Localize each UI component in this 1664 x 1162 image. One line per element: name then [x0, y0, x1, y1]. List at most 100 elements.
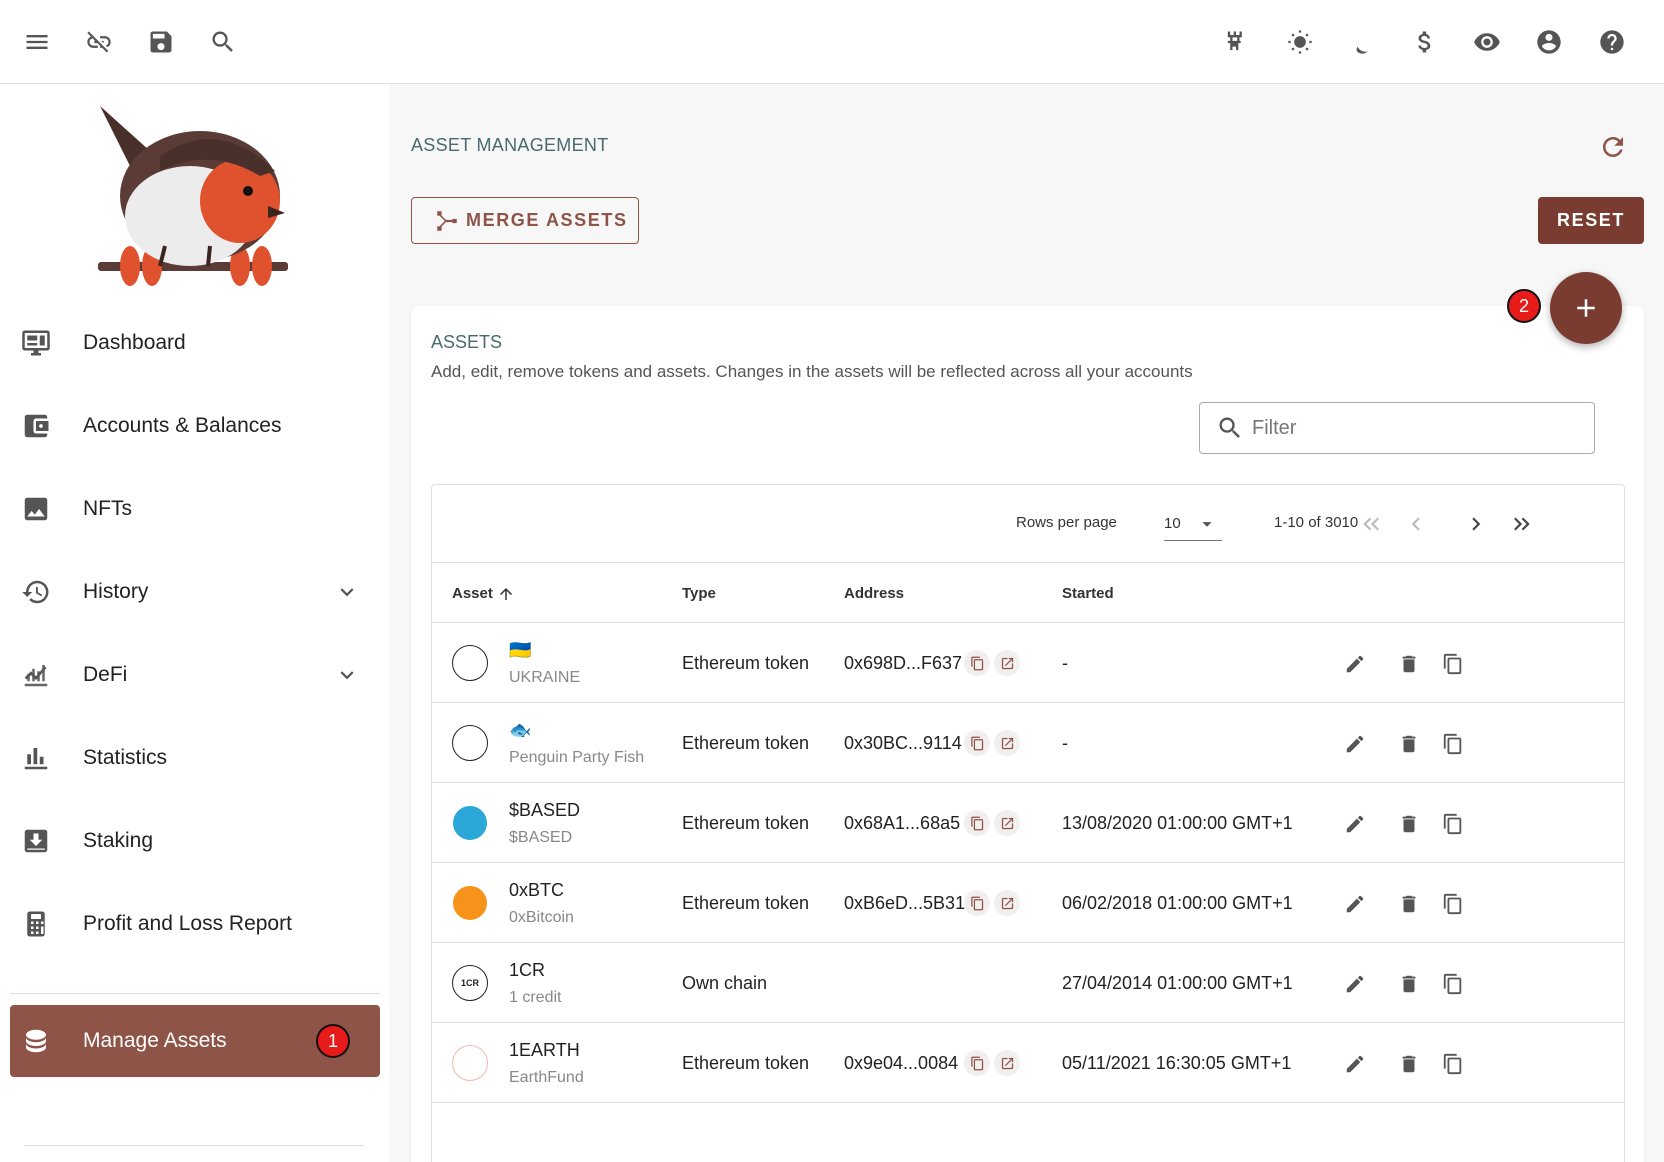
asset-address: 0xB6eD...5B31 [844, 893, 966, 913]
duplicate-icon[interactable] [1440, 1051, 1466, 1077]
filter-input[interactable] [1252, 416, 1572, 440]
edit-icon[interactable] [1342, 971, 1368, 997]
onecr-token-icon: 1CR [452, 965, 488, 1001]
duplicate-icon[interactable] [1440, 731, 1466, 757]
save-icon[interactable] [141, 22, 181, 62]
first-page-button[interactable] [1356, 508, 1388, 540]
add-asset-button[interactable] [1550, 272, 1622, 344]
sidebar-item-label: DeFi [83, 663, 128, 686]
link-off-icon[interactable] [79, 22, 119, 62]
chevron-down-icon[interactable] [334, 579, 360, 605]
asset-type: Ethereum token [682, 893, 810, 913]
help-icon[interactable] [1592, 22, 1632, 62]
edit-icon[interactable] [1342, 651, 1368, 677]
light-mode-icon[interactable] [1280, 22, 1320, 62]
asset-type: Ethereum token [682, 733, 810, 753]
account-icon[interactable] [1529, 22, 1569, 62]
ukraine-token-icon [452, 645, 488, 681]
edit-icon[interactable] [1342, 731, 1368, 757]
sidebar-item-staking[interactable]: Staking [10, 805, 380, 877]
sidebar-item-label: Manage Assets [83, 1029, 227, 1052]
column-header-type[interactable]: Type [682, 585, 716, 602]
duplicate-icon[interactable] [1440, 971, 1466, 997]
currency-icon[interactable] [1405, 22, 1445, 62]
merge-assets-button[interactable]: MERGE ASSETS [411, 197, 639, 244]
rows-per-page-select[interactable]: 10 [1164, 507, 1222, 541]
copy-address-icon[interactable] [964, 890, 990, 916]
dark-mode-icon[interactable] [1341, 22, 1381, 62]
privacy-eye-icon[interactable] [1467, 22, 1507, 62]
sidebar-item-defi[interactable]: DeFi [10, 639, 380, 711]
sidebar-divider [10, 993, 380, 994]
edit-icon[interactable] [1342, 1051, 1368, 1077]
open-explorer-icon[interactable] [994, 650, 1020, 676]
sidebar-item-dashboard[interactable]: Dashboard [10, 307, 380, 379]
delete-icon[interactable] [1396, 811, 1422, 837]
copy-address-icon[interactable] [964, 730, 990, 756]
delete-icon[interactable] [1396, 971, 1422, 997]
asset-started: - [1062, 733, 1068, 753]
sidebar-divider [24, 1145, 364, 1146]
open-explorer-icon[interactable] [994, 810, 1020, 836]
table-pagination: Rows per page 10 1-10 of 3010 [432, 485, 1626, 563]
delete-icon[interactable] [1396, 1051, 1422, 1077]
table-row: 🐟 Penguin Party Fish Ethereum token 0x30… [432, 703, 1626, 783]
duplicate-icon[interactable] [1440, 811, 1466, 837]
edit-icon[interactable] [1342, 811, 1368, 837]
merge-icon [437, 210, 457, 231]
page-title: ASSET MANAGEMENT [411, 135, 609, 155]
asset-symbol: 🇺🇦 [509, 640, 532, 660]
refresh-icon[interactable] [1598, 132, 1628, 162]
column-header-address[interactable]: Address [844, 585, 904, 602]
column-header-started[interactable]: Started [1062, 585, 1114, 602]
previous-page-button[interactable] [1400, 508, 1432, 540]
sidebar-item-label: History [83, 580, 149, 603]
next-page-button[interactable] [1460, 508, 1492, 540]
asset-started: 05/11/2021 16:30:05 GMT+1 [1062, 1053, 1292, 1073]
sidebar-item-label: Dashboard [83, 331, 186, 354]
open-explorer-icon[interactable] [994, 1050, 1020, 1076]
asset-symbol: $BASED [509, 800, 581, 820]
node-icon[interactable] [1216, 22, 1256, 62]
menu-icon[interactable] [17, 22, 57, 62]
sidebar-item-history[interactable]: History [10, 556, 380, 628]
card-subtitle: Add, edit, remove tokens and assets. Cha… [431, 362, 1193, 381]
asset-type: Ethereum token [682, 653, 810, 673]
defi-chart-icon [20, 659, 52, 691]
duplicate-icon[interactable] [1440, 651, 1466, 677]
asset-started: 06/02/2018 01:00:00 GMT+1 [1062, 893, 1293, 913]
pagination-range: 1-10 of 3010 [1274, 514, 1359, 531]
delete-icon[interactable] [1396, 731, 1422, 757]
sidebar-item-accounts[interactable]: Accounts & Balances [10, 390, 380, 462]
assets-card: ASSETS Add, edit, remove tokens and asse… [411, 306, 1644, 1162]
last-page-button[interactable] [1505, 508, 1537, 540]
sidebar-item-label: Accounts & Balances [83, 414, 282, 437]
fish-token-icon [452, 725, 488, 761]
sidebar-item-manage-assets[interactable]: Manage Assets 1 [10, 1005, 380, 1077]
delete-icon[interactable] [1396, 651, 1422, 677]
asset-address: 0x30BC...9114 [844, 733, 962, 753]
top-app-bar [0, 0, 1664, 84]
rows-per-page-value: 10 [1164, 515, 1181, 532]
open-explorer-icon[interactable] [994, 730, 1020, 756]
search-icon[interactable] [203, 22, 243, 62]
asset-started: - [1062, 653, 1068, 673]
asset-address: 0x9e04...0084 [844, 1053, 959, 1073]
open-explorer-icon[interactable] [994, 890, 1020, 916]
reset-button[interactable]: RESET [1538, 197, 1644, 244]
duplicate-icon[interactable] [1440, 891, 1466, 917]
copy-address-icon[interactable] [964, 810, 990, 836]
sidebar-item-statistics[interactable]: Statistics [10, 722, 380, 794]
sidebar-item-pnl-report[interactable]: Profit and Loss Report [10, 888, 380, 960]
copy-address-icon[interactable] [964, 1050, 990, 1076]
bar-chart-icon [20, 742, 52, 774]
sidebar-item-label: Statistics [83, 746, 168, 769]
copy-address-icon[interactable] [964, 650, 990, 676]
merge-assets-label: MERGE ASSETS [466, 210, 628, 230]
delete-icon[interactable] [1396, 891, 1422, 917]
sidebar-item-nfts[interactable]: NFTs [10, 473, 380, 545]
column-header-asset[interactable]: Asset [452, 585, 515, 603]
chevron-down-icon[interactable] [334, 662, 360, 688]
filter-field[interactable] [1199, 402, 1595, 454]
edit-icon[interactable] [1342, 891, 1368, 917]
